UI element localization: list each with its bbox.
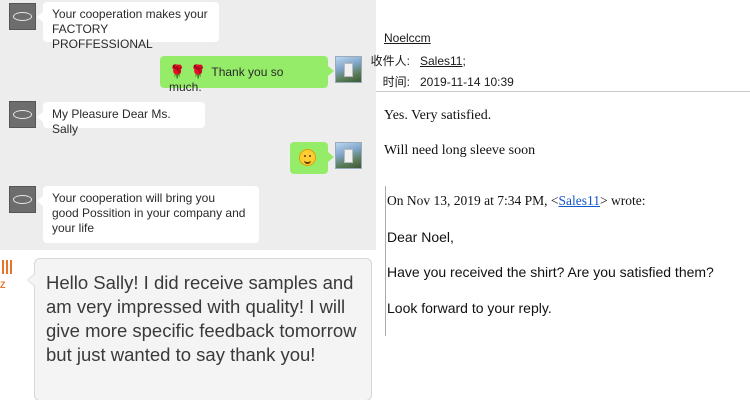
company-avatar[interactable] <box>9 186 36 213</box>
quote-header: On Nov 13, 2019 at 7:34 PM, <Sales11> wr… <box>387 193 645 209</box>
chat-message-outgoing[interactable] <box>290 142 334 174</box>
quoted-message: On Nov 13, 2019 at 7:34 PM, <Sales11> wr… <box>385 186 747 336</box>
user-avatar[interactable] <box>335 56 362 83</box>
quote-line: Have you received the shirt? Are you sat… <box>387 264 714 280</box>
chat-message-incoming[interactable]: Your cooperation will bring you good Pos… <box>37 186 259 243</box>
quote-sender-link[interactable]: Sales11 <box>559 193 601 208</box>
company-avatar[interactable] <box>9 3 36 30</box>
user-avatar[interactable] <box>335 142 362 169</box>
rose-icon: 🌹 <box>190 64 207 79</box>
company-logo-icon <box>13 110 32 119</box>
lighthouse-icon <box>344 149 353 163</box>
email-time: 2019-11-14 10:39 <box>420 75 514 89</box>
sender-avatar[interactable]: Z <box>0 258 24 300</box>
email-sender[interactable]: Noelccm <box>384 31 431 45</box>
header-divider <box>376 91 750 92</box>
chat-message-incoming[interactable]: Your cooperation makes your FACTORY PROF… <box>37 2 219 51</box>
recipient-label: 收件人: <box>370 54 410 68</box>
email-body-line: Yes. Very satisfied. <box>384 108 492 123</box>
quote-header-prefix: On Nov 13, 2019 at 7:34 PM, < <box>387 193 559 208</box>
smiling-face-icon <box>299 149 316 166</box>
recipient-link[interactable]: Sales11 <box>420 54 462 68</box>
message-preview-area: Z Hello Sally! I did receive samples and… <box>0 250 376 400</box>
email-panel: Noelccm 收件人: Sales11; 时间: 2019-11-14 10:39… <box>371 0 750 400</box>
chat-message-outgoing[interactable]: 🌹 🌹 Thank you so much. <box>160 56 334 94</box>
email-body-line: Will need long sleeve soon <box>384 143 536 158</box>
time-row: 时间: 2019-11-14 10:39 <box>366 73 514 90</box>
quote-header-suffix: > wrote: <box>600 193 646 208</box>
chat-message-text: Thank you so much. <box>169 65 284 94</box>
rose-icon: 🌹 <box>169 64 186 79</box>
chat-message-large[interactable]: Hello Sally! I did receive samples and a… <box>27 258 372 400</box>
chat-message-incoming[interactable]: My Pleasure Dear Ms. Sally <box>37 102 205 136</box>
recipient-separator: ; <box>462 54 466 68</box>
lighthouse-icon <box>344 63 353 77</box>
sound-wave-icon <box>2 260 14 274</box>
company-logo-icon <box>13 195 32 204</box>
time-label: 时间: <box>382 75 410 89</box>
quote-line: Look forward to your reply. <box>387 300 552 316</box>
quote-line: Dear Noel, <box>387 229 454 245</box>
recipient-row: 收件人: Sales11; <box>366 52 466 69</box>
chat-panel: Your cooperation makes your FACTORY PROF… <box>0 0 376 400</box>
company-logo-icon <box>13 12 32 21</box>
company-avatar[interactable] <box>9 101 36 128</box>
avatar-logo-text: Z <box>0 280 6 290</box>
